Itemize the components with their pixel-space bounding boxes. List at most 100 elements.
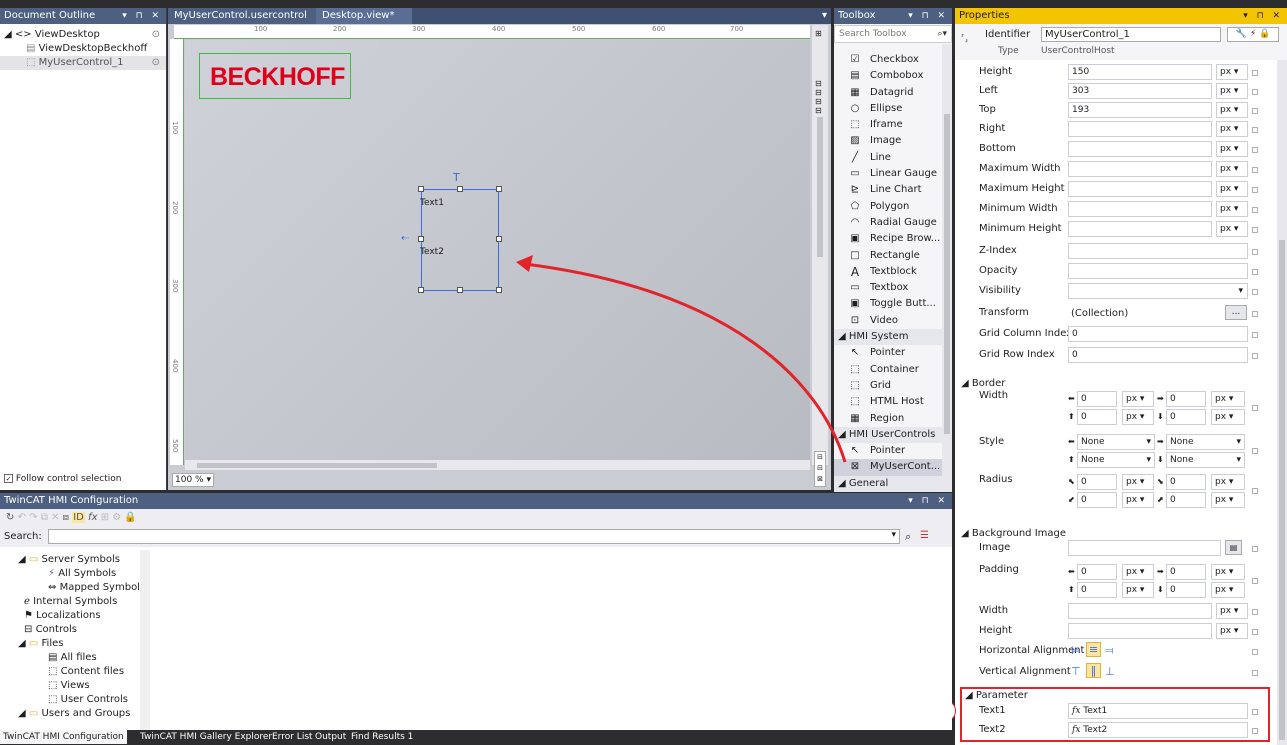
vertical-scrollbar[interactable]: ⊞ ⊟⊟⊟⊟ ▾: [812, 25, 828, 465]
opacity-input[interactable]: [1068, 263, 1248, 279]
search-icon[interactable]: ⌕: [905, 530, 911, 544]
border-style-left[interactable]: None ▾: [1077, 434, 1155, 450]
layout-icon[interactable]: ⊟ ⊟ ⊟ ⊟: [815, 79, 822, 115]
reset-square[interactable]: [1252, 167, 1258, 173]
search-icon[interactable]: ⌕▾: [937, 26, 947, 42]
unit-select[interactable]: px ▾: [1216, 221, 1248, 237]
expand-arrow-icon[interactable]: ◢: [18, 708, 26, 719]
unit-select[interactable]: px ▾: [1216, 181, 1248, 197]
border-style-top[interactable]: None ▾: [1077, 452, 1155, 468]
resize-handle[interactable]: [496, 236, 502, 242]
align-top-icon[interactable]: ⊤: [1071, 665, 1081, 678]
min-width-input[interactable]: [1068, 201, 1212, 217]
property-view-buttons[interactable]: 🔧 ⚡ 🔒: [1227, 27, 1279, 42]
design-canvas[interactable]: BECKHOFF Text1 Text2 T ⇠: [185, 40, 810, 465]
reset-square[interactable]: [1252, 311, 1258, 317]
tree-item-files[interactable]: ◢ ▭ Files: [0, 637, 149, 651]
bg-width-input[interactable]: [1068, 603, 1212, 619]
padding-right-unit[interactable]: px ▾: [1211, 564, 1245, 580]
grid-col-input[interactable]: 0: [1068, 326, 1248, 342]
reset-square[interactable]: [1252, 578, 1258, 584]
reset-square[interactable]: [1252, 227, 1258, 233]
tree-item-content-files[interactable]: ⬚ Content files: [0, 665, 149, 679]
properties-scrollbar[interactable]: [1277, 60, 1287, 745]
reset-square[interactable]: [1252, 70, 1258, 76]
toolbox-item-checkbox[interactable]: ☑ Checkbox: [834, 52, 952, 68]
tab-gallery-explorer[interactable]: TwinCAT HMI Gallery Explorer: [137, 730, 275, 744]
tree-item-mapped-symbols[interactable]: ⇔ Mapped Symbols: [0, 581, 149, 595]
expand-arrow-icon[interactable]: ◢: [4, 29, 12, 40]
tab-find-results[interactable]: Find Results 1: [348, 730, 416, 744]
toolbox-item-toggle-button[interactable]: ▣ Toggle Butt...: [834, 296, 952, 312]
panel-controls[interactable]: ▾ ⊓ ✕: [908, 493, 948, 509]
border-left-unit[interactable]: px ▾: [1122, 391, 1154, 407]
lock-icon[interactable]: 🔒: [124, 512, 136, 523]
align-bottom-icon[interactable]: ⊥: [1105, 665, 1115, 678]
undo-icon[interactable]: ↶: [18, 512, 26, 523]
toolbox-group-general[interactable]: ◢ General: [834, 475, 952, 493]
identifier-input[interactable]: MyUserControl_1: [1041, 27, 1221, 42]
radius-tl-input[interactable]: 0: [1077, 474, 1117, 490]
toolbox-item-iframe[interactable]: ⬚ Iframe: [834, 117, 952, 133]
settings-icon[interactable]: ⚙: [112, 512, 121, 523]
reset-square[interactable]: [1252, 289, 1258, 295]
unit-select[interactable]: px ▾: [1216, 102, 1248, 118]
padding-bottom-unit[interactable]: px ▾: [1211, 582, 1245, 598]
reset-square[interactable]: [1252, 332, 1258, 338]
fx-filter-icon[interactable]: fx: [88, 512, 97, 523]
resize-handle[interactable]: [418, 236, 424, 242]
config-search-input[interactable]: ▾: [48, 529, 900, 544]
expand-arrow-icon[interactable]: ◢: [18, 554, 26, 565]
border-left-input[interactable]: 0: [1077, 391, 1117, 407]
min-height-input[interactable]: [1068, 221, 1212, 237]
radius-tl-unit[interactable]: px ▾: [1122, 474, 1154, 490]
scroll-thumb[interactable]: [817, 117, 823, 257]
outline-item-myusercontrol[interactable]: ⬚ MyUserControl_1 ⊙: [0, 56, 166, 70]
unit-select[interactable]: px ▾: [1216, 161, 1248, 177]
border-bottom-unit[interactable]: px ▾: [1211, 409, 1245, 425]
unit-select[interactable]: px ▾: [1216, 201, 1248, 217]
tree-item-localizations[interactable]: ⚑ Localizations: [0, 609, 149, 623]
border-right-input[interactable]: 0: [1166, 391, 1206, 407]
toolbox-item-combobox[interactable]: ▤ Combobox: [834, 68, 952, 84]
toolbox-item-video[interactable]: ⊡ Video: [834, 313, 952, 329]
reset-square[interactable]: [1252, 448, 1258, 454]
right-input[interactable]: [1068, 121, 1212, 137]
tree-item-internal-symbols[interactable]: ℯ Internal Symbols: [0, 595, 149, 609]
unit-select[interactable]: px ▾: [1216, 603, 1248, 619]
section-parameter[interactable]: ◢ Parameter: [965, 690, 1028, 701]
anchor-left-icon[interactable]: ⇠: [401, 233, 409, 244]
tree-item-controls[interactable]: ⊟ Controls: [0, 623, 149, 637]
tree-item-users-groups[interactable]: ◢ ▭ Users and Groups: [0, 707, 149, 721]
reset-square[interactable]: [1252, 546, 1258, 552]
border-top-input[interactable]: 0: [1077, 409, 1117, 425]
reset-square[interactable]: [1252, 108, 1258, 114]
expand-arrow-icon[interactable]: ◢: [18, 638, 26, 649]
tree-item-user-controls[interactable]: ⬚ User Controls: [0, 693, 149, 707]
tab-hmi-configuration[interactable]: TwinCAT HMI Configuration: [0, 730, 127, 744]
tree-item-views[interactable]: ⬚ Views: [0, 679, 149, 693]
toolbox-group-hmi-usercontrols[interactable]: ◢ HMI UserControls: [834, 426, 952, 444]
unit-select[interactable]: px ▾: [1216, 83, 1248, 99]
radius-tr-input[interactable]: 0: [1166, 474, 1206, 490]
resize-handle[interactable]: [418, 287, 424, 293]
tab-error-list[interactable]: Error List: [269, 730, 316, 744]
unit-select[interactable]: px ▾: [1216, 623, 1248, 639]
align-left-icon[interactable]: ⊨: [1071, 644, 1081, 657]
toolbox-item-myusercontrol[interactable]: ⊠ MyUserCont...: [834, 459, 952, 476]
toolbox-item-rectangle[interactable]: □ Rectangle: [834, 248, 952, 264]
reset-square[interactable]: [1252, 353, 1258, 359]
toolbox-search[interactable]: Search Toolbox ⌕▾: [834, 25, 952, 43]
eye-icon[interactable]: ⊙: [152, 28, 160, 42]
section-border[interactable]: ◢ Border: [961, 378, 1005, 389]
toolbox-item-linear-gauge[interactable]: ▭ Linear Gauge: [834, 166, 952, 182]
panel-controls[interactable]: ▾ ⊓ ✕: [122, 8, 162, 24]
resize-handle[interactable]: [457, 287, 463, 293]
tree-scrollbar[interactable]: [140, 550, 150, 730]
outline-item-viewdesktop[interactable]: ◢ <> ViewDesktop ⊙: [0, 28, 166, 42]
border-top-unit[interactable]: px ▾: [1122, 409, 1154, 425]
toolbox-item-region[interactable]: ▦ Region: [834, 411, 952, 427]
toolbox-item-polygon[interactable]: ⬠ Polygon: [834, 199, 952, 215]
radius-bl-input[interactable]: 0: [1077, 492, 1117, 508]
toolbox-scrollbar[interactable]: [942, 44, 952, 490]
